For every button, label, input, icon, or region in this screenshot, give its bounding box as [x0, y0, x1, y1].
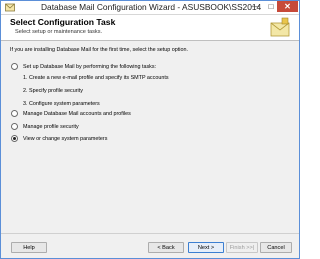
back-button[interactable]: < Back: [148, 242, 184, 253]
option-setup-label: Set up Database Mail by performing the f…: [23, 63, 157, 70]
minimize-button[interactable]: —: [247, 1, 263, 12]
option-profile-security[interactable]: Manage profile security: [11, 122, 79, 131]
wizard-window: Database Mail Configuration Wizard - ASU…: [0, 0, 300, 259]
page-subtitle: Select setup or maintenance tasks.: [15, 29, 103, 35]
close-button[interactable]: ✕: [277, 1, 298, 12]
radio-profile-security[interactable]: [11, 123, 18, 130]
radio-manage-accounts[interactable]: [11, 110, 18, 117]
setup-step-2: 2. Specify profile security: [23, 88, 83, 94]
setup-step-3: 3. Configure system parameters: [23, 101, 100, 107]
option-profile-security-label: Manage profile security: [23, 123, 79, 130]
setup-step-1: 1. Create a new e-mail profile and speci…: [23, 75, 169, 81]
footer-divider: [1, 233, 299, 234]
option-manage-accounts-label: Manage Database Mail accounts and profil…: [23, 110, 131, 117]
option-system-parameters[interactable]: View or change system parameters: [11, 134, 107, 143]
option-setup[interactable]: Set up Database Mail by performing the f…: [11, 62, 156, 71]
help-button[interactable]: Help: [11, 242, 47, 253]
page-title: Select Configuration Task: [10, 17, 116, 27]
wizard-header: Select Configuration Task Select setup o…: [1, 15, 299, 41]
window-title: Database Mail Configuration Wizard - ASU…: [41, 2, 262, 12]
database-mail-app-icon: [5, 3, 15, 12]
mail-envelope-icon: [270, 17, 290, 37]
option-system-parameters-label: View or change system parameters: [23, 135, 108, 142]
cancel-button[interactable]: Cancel: [260, 242, 292, 253]
title-bar: Database Mail Configuration Wizard - ASU…: [1, 1, 299, 15]
radio-system-parameters[interactable]: [11, 135, 18, 142]
finish-button: Finish >>|: [226, 242, 258, 253]
intro-text: If you are installing Database Mail for …: [10, 47, 188, 53]
radio-setup[interactable]: [11, 63, 18, 70]
option-manage-accounts[interactable]: Manage Database Mail accounts and profil…: [11, 109, 131, 118]
next-button[interactable]: Next >: [188, 242, 224, 253]
